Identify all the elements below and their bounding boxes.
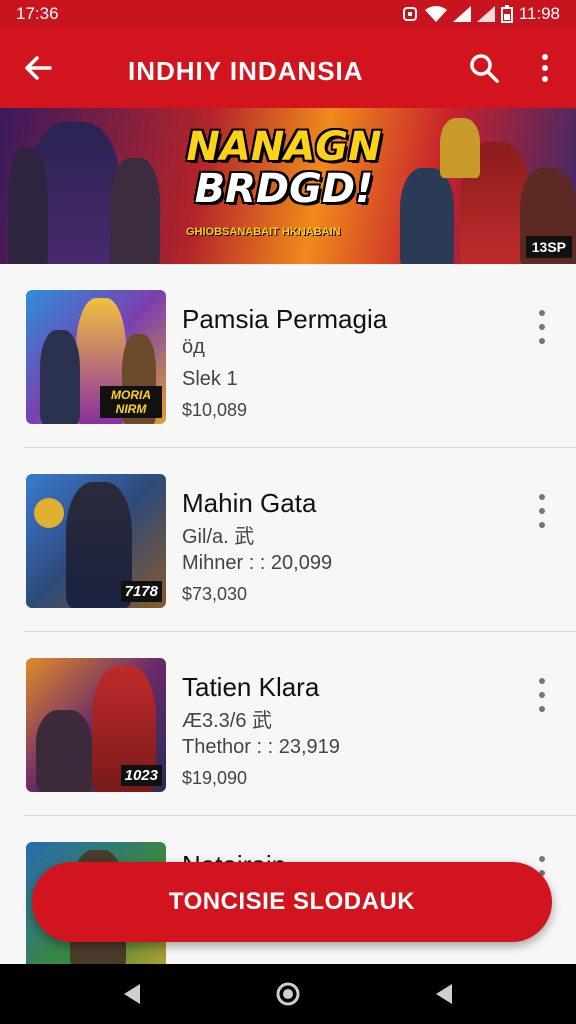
nav-home-icon[interactable] [275,981,301,1007]
banner-title: NANAGN BRDGD! [184,126,384,210]
dot [539,324,545,330]
dot [539,310,545,316]
search-button[interactable] [466,50,502,86]
dot [539,338,545,344]
dot [542,54,548,60]
banner-title-line1: NANAGN [186,124,382,170]
thumb-badge: MORIA NIRM [100,386,162,418]
item-more-button[interactable] [532,310,552,344]
item-more-button[interactable] [532,494,552,528]
status-clock: 11:98 [518,4,560,23]
banner-title-line2: BRDGD! [194,166,374,212]
game-stat: Thethor : : 23,919 [182,736,340,758]
banner-subtitle: GHIOBSANABAIT HKNABAIN [186,226,341,238]
cta-button[interactable]: TONCISIE SLODAUK [32,862,552,942]
dot [539,522,545,528]
thumb-badge: 1023 [120,765,162,786]
game-name: Tatien Klara [182,672,320,702]
search-icon [470,54,499,83]
list-item[interactable]: 7178 Mahin Gata Gil/a. 武 Mihner : : 20,0… [0,448,576,632]
dot [539,508,545,514]
game-price: $10,089 [182,400,248,420]
nav-recent-icon[interactable] [432,982,456,1006]
dot [539,494,545,500]
game-thumbnail: 1023 [26,658,166,792]
hero-figure-right-4 [440,118,480,178]
thumb-figure [36,710,92,792]
dot [542,76,548,82]
game-meta: öд [182,336,205,358]
game-thumbnail: 7178 [26,474,166,608]
signal-icon [452,6,471,22]
game-price: $19,090 [182,768,248,788]
battery-icon [500,5,513,23]
thumb-badge: 7178 [120,581,162,602]
dot [539,678,545,684]
game-meta: Gil/a. 武 [182,526,255,548]
hero-figure-left-2 [8,148,48,264]
status-bar: 17:36 11:98 [0,0,576,28]
list-item[interactable]: MORIA NIRM Pamsia Permagia öд Slek 1 $10… [0,264,576,448]
game-name: Mahin Gata [182,488,317,518]
thumb-figure [34,498,64,528]
dot [539,706,545,712]
wifi-icon [424,6,447,22]
game-meta: Æ3.3/6 武 [182,710,273,732]
dot [539,856,545,862]
game-stat: Slek 1 [182,368,238,390]
dot [539,692,545,698]
arrow-left-icon [25,56,52,80]
signal-icon-2 [476,6,495,22]
more-options-button[interactable] [530,50,560,86]
dot [542,65,548,71]
thumb-figure [40,330,80,424]
status-icons: 11:98 [401,4,560,24]
list-item[interactable]: 1023 Tatien Klara Æ3.3/6 武 Thethor : : 2… [0,632,576,816]
game-price: $73,030 [182,584,248,604]
hero-figure-left-3 [110,158,160,264]
status-time: 17:36 [16,4,59,23]
app-bar: INDHIY INDANSIA [0,28,576,108]
game-stat: Mihner : : 20,099 [182,552,333,574]
alarm-icon [402,7,417,21]
navigation-bar [0,964,576,1024]
back-button[interactable] [20,50,56,86]
game-name: Pamsia Permagia [182,304,388,334]
hero-figure-right-2 [400,168,454,264]
item-more-button[interactable] [532,678,552,712]
game-thumbnail: MORIA NIRM [26,290,166,424]
nav-back-icon[interactable] [120,982,144,1006]
promo-banner[interactable]: NANAGN BRDGD! GHIOBSANABAIT HKNABAIN 13S… [0,108,576,264]
page-title: INDHIY INDANSIA [128,56,364,86]
banner-badge: 13SP [525,236,572,258]
